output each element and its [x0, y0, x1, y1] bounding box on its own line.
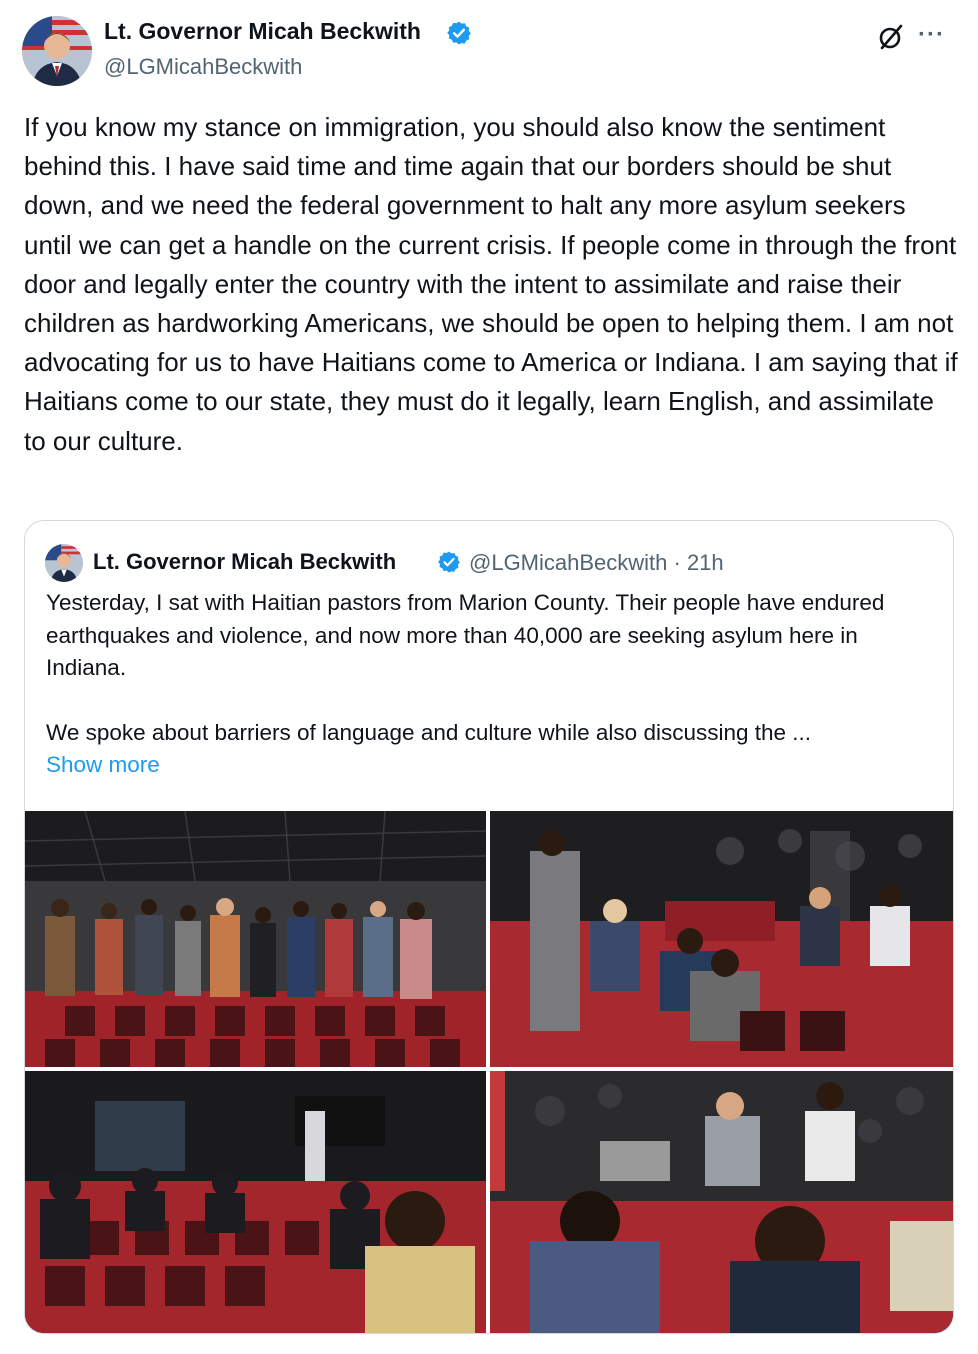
post-text: If you know my stance on immigration, yo…	[24, 112, 958, 456]
meeting-photo[interactable]	[490, 811, 953, 1067]
quote-handle-timestamp[interactable]: @LGMicahBeckwith · 21h	[469, 550, 724, 576]
quote-author-avatar[interactable]	[45, 544, 83, 582]
grok-icon[interactable]	[876, 22, 906, 52]
author-avatar[interactable]	[22, 16, 92, 86]
verified-badge-icon	[437, 550, 461, 574]
more-icon[interactable]: ···	[918, 22, 956, 48]
speaker-photo[interactable]	[490, 1071, 953, 1333]
audience-photo[interactable]	[25, 1071, 486, 1333]
quote-text: Yesterday, I sat with Haitian pastors fr…	[46, 590, 885, 745]
group-photo[interactable]	[25, 811, 486, 1067]
verified-badge-icon	[446, 20, 472, 46]
author-handle[interactable]: @LGMicahBeckwith	[104, 54, 302, 80]
quote-author-name[interactable]: Lt. Governor Micah Beckwith	[93, 549, 396, 575]
author-name[interactable]: Lt. Governor Micah Beckwith	[104, 18, 421, 45]
quoted-post-card[interactable]: Lt. Governor Micah Beckwith @LGMicahBeck…	[24, 520, 954, 1334]
show-more-link[interactable]: Show more	[46, 752, 160, 778]
